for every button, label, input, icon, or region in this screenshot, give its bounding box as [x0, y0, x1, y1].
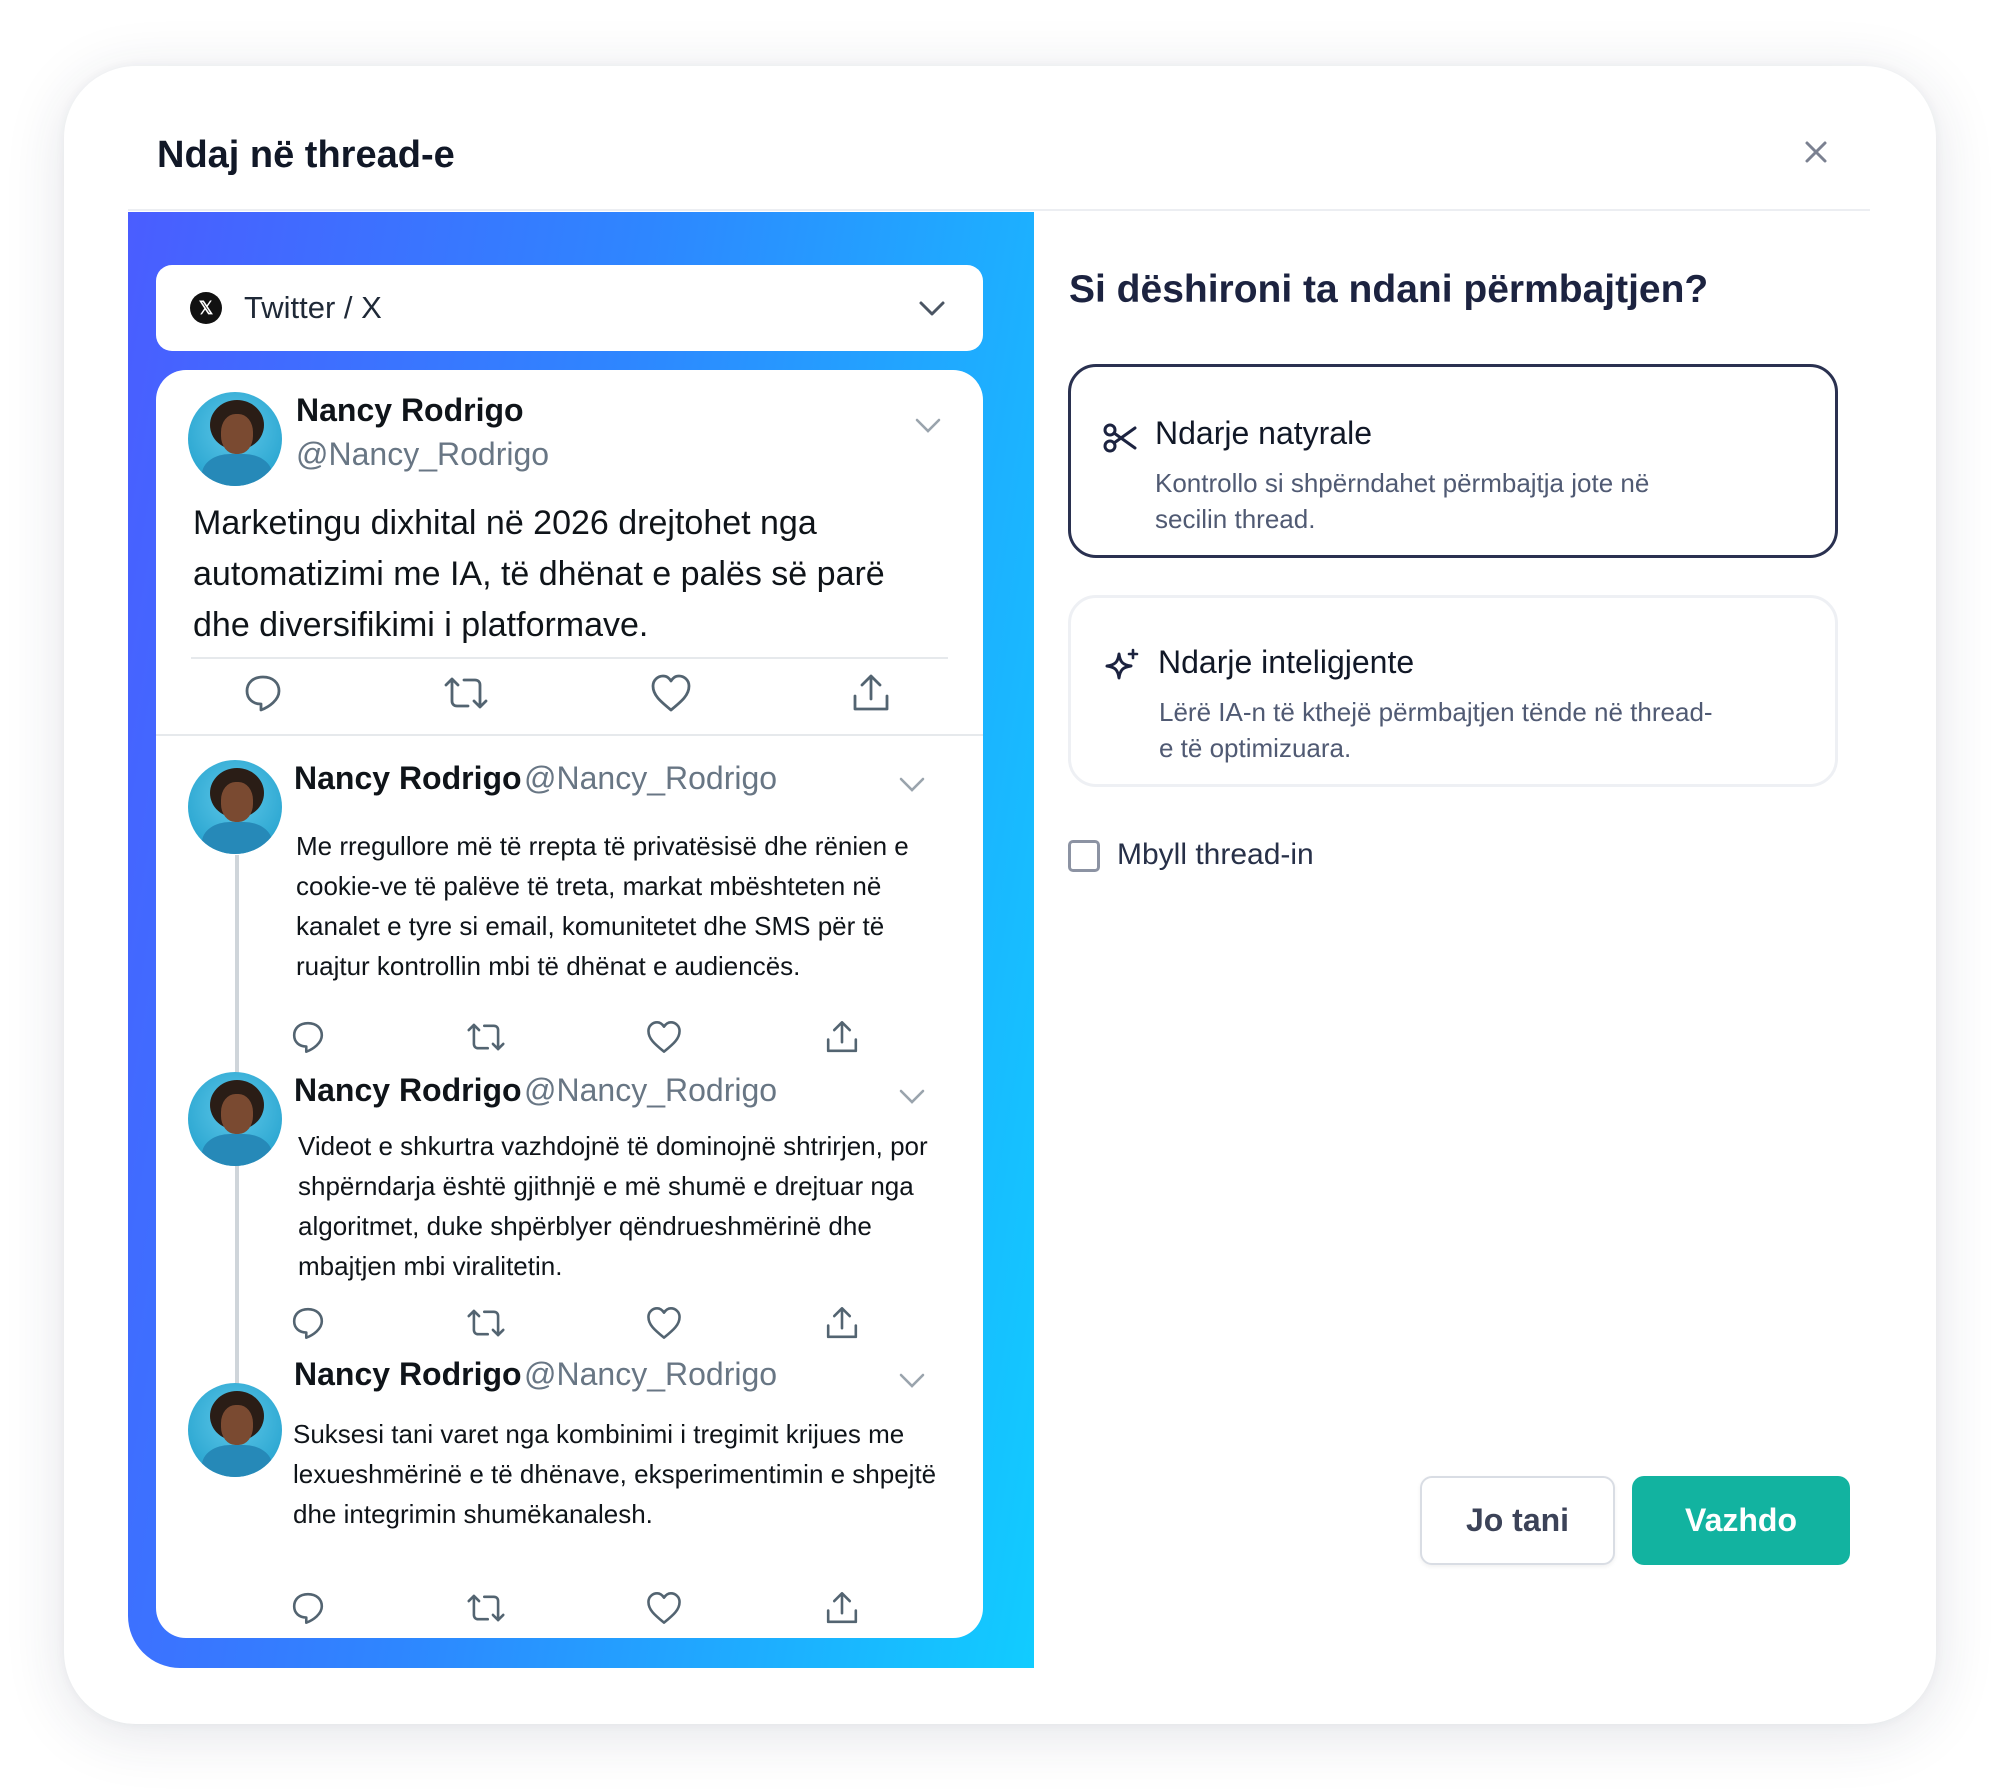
retweet-button[interactable] [441, 668, 491, 718]
continue-button[interactable]: Vazhdo [1632, 1476, 1850, 1565]
comment-icon [292, 1592, 324, 1624]
split-question-heading: Si dëshironi ta ndani përmbajtjen? [1069, 268, 1709, 311]
avatar [188, 392, 282, 486]
tweet-author-name: Nancy Rodrigo [294, 1356, 522, 1392]
tweet-divider [191, 657, 948, 659]
tweet-text: Suksesi tani varet nga kombinimi i tregi… [293, 1419, 937, 1529]
heart-icon [651, 674, 691, 712]
share-icon [826, 1307, 858, 1339]
tweet-menu-chevron-icon[interactable] [898, 775, 926, 795]
share-icon [853, 674, 889, 711]
reply-button[interactable] [238, 668, 288, 718]
option-description: Lërë IA-n të kthejë përmbajtjen tënde në… [1159, 697, 1713, 763]
close-thread-label[interactable]: Mbyll thread-in [1117, 838, 1314, 872]
header-divider [128, 209, 1870, 211]
like-button[interactable] [642, 1586, 686, 1630]
share-button[interactable] [846, 668, 896, 718]
option-title: Ndarje inteligjente [1158, 644, 1415, 680]
avatar [188, 760, 282, 854]
reply-button[interactable] [286, 1586, 330, 1630]
tweet-text: Me rregullore më të rrepta të privatësis… [296, 831, 909, 981]
close-thread-checkbox[interactable] [1068, 840, 1100, 872]
close-icon [1805, 141, 1827, 163]
tweet-menu-chevron-icon[interactable] [914, 416, 942, 436]
x-logo-icon: 𝕏 [190, 292, 222, 324]
platform-label: Twitter / X [244, 290, 382, 325]
reply-button[interactable] [286, 1015, 330, 1059]
like-button[interactable] [642, 1015, 686, 1059]
modal-title: Ndaj në thread-e [157, 134, 455, 176]
tweet-author-handle: @Nancy_Rodrigo [524, 1356, 778, 1392]
retweet-icon [467, 1309, 505, 1337]
retweet-icon [444, 677, 488, 709]
tweet-text: Marketingu dixhital në 2026 drejtohet ng… [193, 504, 885, 644]
option-smart-split[interactable]: Ndarje inteligjente Lërë IA-n të kthejë … [1068, 595, 1838, 787]
close-button[interactable] [1796, 132, 1836, 172]
scissors-icon [1103, 423, 1137, 453]
tweet-menu-chevron-icon[interactable] [898, 1371, 926, 1391]
like-button[interactable] [642, 1301, 686, 1345]
split-thread-modal: Ndaj në thread-e 𝕏 Twitter / X Nancy Rod… [64, 66, 1936, 1724]
tweet-author-handle: @Nancy_Rodrigo [524, 1072, 778, 1108]
tweet-text: Videot e shkurtra vazhdojnë të dominojnë… [298, 1131, 928, 1281]
comment-icon [245, 675, 281, 712]
retweet-icon [467, 1023, 505, 1051]
platform-select[interactable]: 𝕏 Twitter / X [156, 265, 983, 351]
tweet-author-name: Nancy Rodrigo [294, 760, 522, 796]
comment-icon [292, 1021, 324, 1053]
heart-icon [647, 1307, 681, 1339]
sparkles-icon [1105, 648, 1139, 680]
option-title: Ndarje natyrale [1155, 415, 1372, 451]
avatar [188, 1072, 282, 1166]
tweet-author-handle: @Nancy_Rodrigo [524, 760, 778, 796]
share-icon [826, 1021, 858, 1053]
share-button[interactable] [820, 1586, 864, 1630]
retweet-button[interactable] [464, 1301, 508, 1345]
tweet-author-name: Nancy Rodrigo [296, 392, 524, 428]
tweet-author-name: Nancy Rodrigo [294, 1072, 522, 1108]
retweet-button[interactable] [464, 1015, 508, 1059]
tweet-preview-card: Nancy Rodrigo @Nancy_Rodrigo Marketingu … [156, 370, 983, 1638]
share-button[interactable] [820, 1301, 864, 1345]
retweet-button[interactable] [464, 1586, 508, 1630]
like-button[interactable] [646, 668, 696, 718]
chevron-down-icon [919, 301, 945, 316]
comment-icon [292, 1307, 324, 1339]
reply-button[interactable] [286, 1301, 330, 1345]
tweet-divider [156, 734, 983, 736]
share-icon [826, 1592, 858, 1624]
tweet-menu-chevron-icon[interactable] [898, 1087, 926, 1107]
preview-panel: 𝕏 Twitter / X Nancy Rodrigo @Nancy_Rodri… [128, 212, 1034, 1668]
option-natural-split[interactable]: Ndarje natyrale Kontrollo si shpërndahet… [1068, 364, 1838, 558]
avatar [188, 1383, 282, 1477]
option-description: Kontrollo si shpërndahet përmbajtja jote… [1155, 468, 1650, 534]
tweet-author-handle: @Nancy_Rodrigo [296, 436, 550, 472]
heart-icon [647, 1592, 681, 1624]
heart-icon [647, 1021, 681, 1053]
retweet-icon [467, 1594, 505, 1622]
share-button[interactable] [820, 1015, 864, 1059]
not-now-button[interactable]: Jo tani [1420, 1476, 1615, 1565]
